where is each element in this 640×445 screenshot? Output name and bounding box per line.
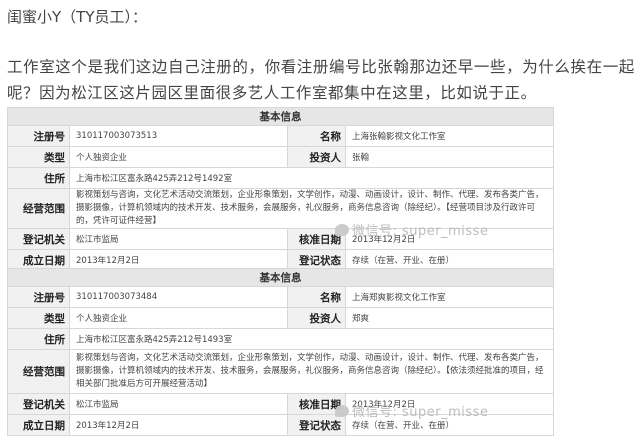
type-value: 个人独资企业 [69,307,288,329]
card-header: 基本信息 [7,107,554,126]
reg-no-value: 310117003073513 [69,125,288,147]
investor-value: 张翰 [345,146,554,168]
authority-label: 登记机关 [7,228,70,250]
wechat-icon [335,405,349,417]
registration-card-zhanghan: 基本信息 注册号 310117003073513 名称 上海张翰影视文化工作室 … [7,107,554,271]
address-value: 上海市松江区富永路425弄212号1492室 [69,167,554,189]
type-label: 类型 [7,307,70,329]
name-label: 名称 [287,286,346,308]
watermark: 微信号: super_misse [335,220,488,239]
intro-line-2: 呢？因为松江区这片园区里面很多艺人工作室都集中在这里，比如说于正。 [7,84,537,102]
address-value: 上海市松江区富永路425弄212号1493室 [69,328,554,350]
watermark-text: 微信号: super_misse [352,224,489,239]
name-value: 上海张翰影视文化工作室 [345,125,554,147]
watermark-text: 微信号: super_misse [352,405,489,420]
founded-value: 2013年12月2日 [69,414,288,436]
investor-label: 投资人 [287,146,346,168]
wechat-icon [335,224,349,236]
watermark: 微信号: super_misse [335,401,488,420]
reg-no-value: 310117003073484 [69,286,288,308]
name-label: 名称 [287,125,346,147]
type-value: 个人独资企业 [69,146,288,168]
card-header: 基本信息 [7,268,554,287]
scope-label: 经营范围 [7,188,70,229]
authority-label: 登记机关 [7,393,70,415]
name-value: 上海郑爽影视文化工作室 [345,286,554,308]
type-label: 类型 [7,146,70,168]
investor-label: 投资人 [287,307,346,329]
address-label: 住所 [7,328,70,350]
reg-no-label: 注册号 [7,286,70,308]
investor-value: 郑爽 [345,307,554,329]
intro-line-1: 工作室这个是我们这边自己注册的，你看注册编号比张翰那边还早一些，为什么挨在一起 [7,58,635,76]
address-label: 住所 [7,167,70,189]
authority-value: 松江市监局 [69,393,288,415]
reg-no-label: 注册号 [7,125,70,147]
speaker-label: 闺蜜小Y（TY员工）： [7,8,147,26]
scope-label: 经营范围 [7,349,70,394]
authority-value: 松江市监局 [69,228,288,250]
founded-label: 成立日期 [7,414,70,436]
scope-value: 影视策划与咨询，文化艺术活动交流策划，企业形象策划，文学创作，动漫、动画设计，设… [69,349,554,394]
